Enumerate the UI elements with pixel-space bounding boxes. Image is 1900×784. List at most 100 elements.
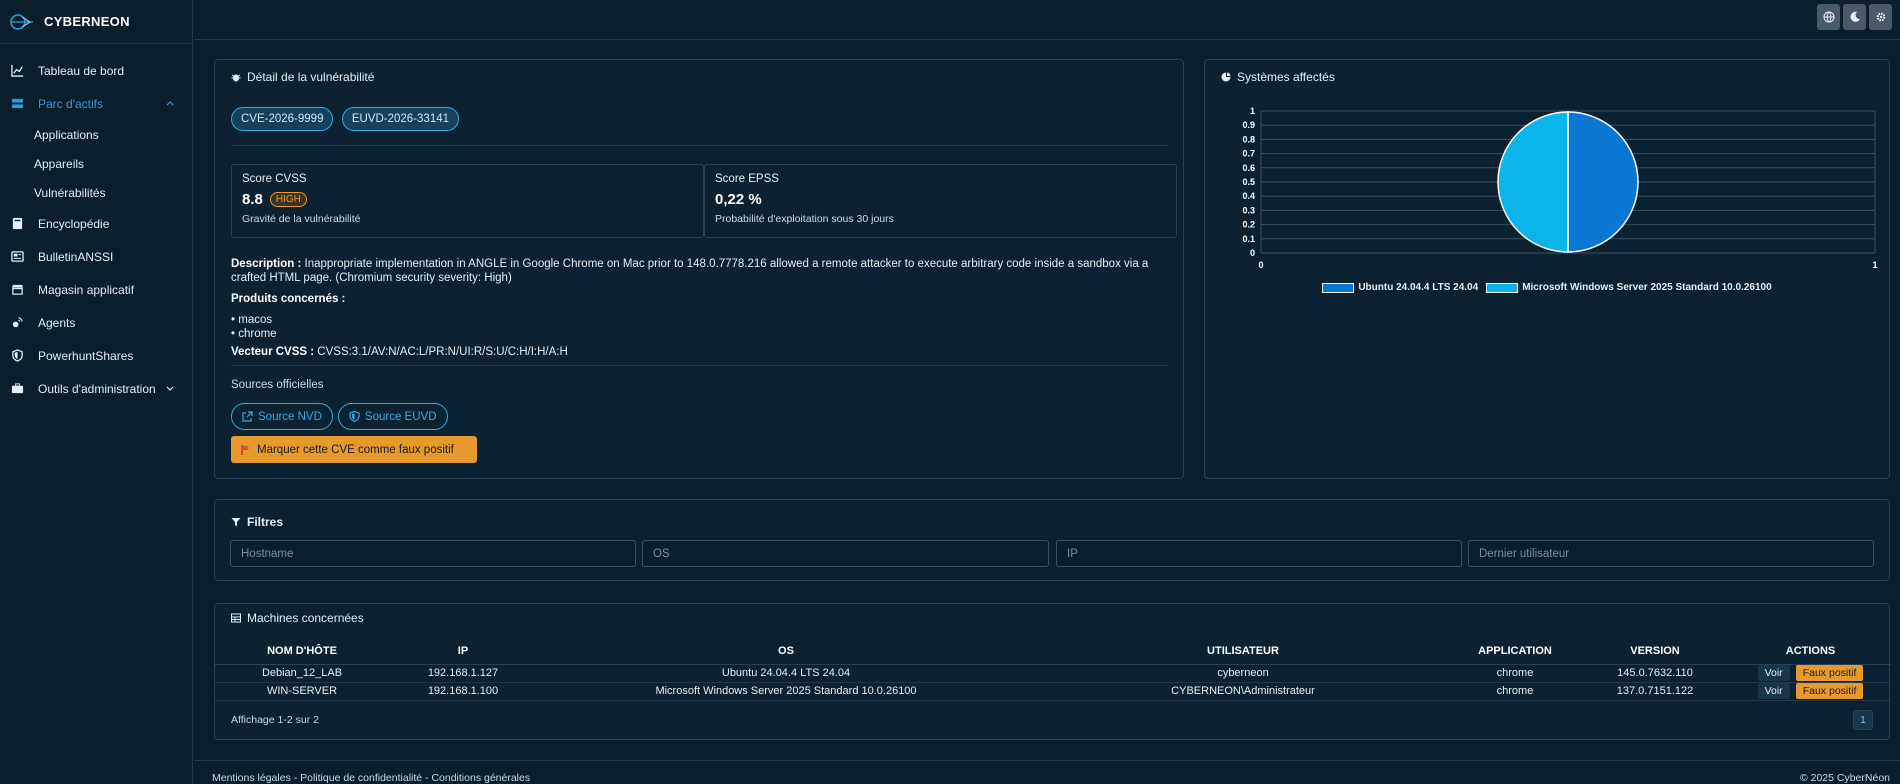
column-header-hostname[interactable]: NOM D'HÔTE xyxy=(214,638,390,665)
brand-name: CYBERNEON xyxy=(44,14,130,29)
epss-label: Score EPSS xyxy=(715,173,779,185)
source-euvd-link[interactable]: Source EUVD xyxy=(337,403,448,430)
column-header-actions: ACTIONS xyxy=(1730,638,1891,665)
sidebar-item-dashboard[interactable]: Tableau de bord xyxy=(0,54,192,87)
sidebar-subitem-applications[interactable]: Applications xyxy=(0,120,192,149)
footer-links[interactable]: Mentions légales - Politique de confiden… xyxy=(212,772,530,784)
y-tick-label: 1 xyxy=(1250,106,1255,116)
pagination-info: Affichage 1-2 sur 2 xyxy=(231,714,319,726)
card-title: Systèmes affectés xyxy=(1237,70,1335,84)
mark-false-positive-button[interactable]: Marquer cette CVE comme faux positif xyxy=(231,436,477,463)
y-tick-label: 0.6 xyxy=(1242,163,1255,173)
last-user-filter-input[interactable] xyxy=(1468,540,1874,567)
cve-id-pill[interactable]: CVE-2026-9999 xyxy=(231,107,334,131)
machines-table: NOM D'HÔTE IP OS UTILISATEUR APPLICATION… xyxy=(214,638,1891,701)
y-tick-label: 0 xyxy=(1250,248,1255,258)
topbar-actions xyxy=(1817,4,1892,30)
vector-value: CVSS:3.1/AV:N/AC:L/PR:N/UI:R/S:U/C:H/I:H… xyxy=(317,346,568,358)
footer-copyright: © 2025 CyberNéon xyxy=(1799,772,1890,784)
source-nvd-link[interactable]: Source NVD xyxy=(231,403,333,430)
euvd-id-pill[interactable]: EUVD-2026-33141 xyxy=(341,107,459,131)
pie-chart-icon xyxy=(1221,72,1231,82)
false-positive-button[interactable]: Faux positif xyxy=(1795,665,1864,681)
flag-icon xyxy=(241,444,249,455)
sidebar-item-label: Magasin applicatif xyxy=(38,282,135,297)
os-filter-input[interactable] xyxy=(642,540,1049,567)
page-button[interactable]: 1 xyxy=(1853,710,1873,730)
sidebar-subitem-vulnerabilities[interactable]: Vulnérabilités xyxy=(0,178,192,207)
settings-button[interactable] xyxy=(1869,4,1892,30)
card-header: Filtres xyxy=(231,515,283,529)
sidebar-item-bulletin-anssi[interactable]: BulletinANSSI xyxy=(0,240,192,273)
column-header-application[interactable]: APPLICATION xyxy=(1450,638,1580,665)
false-positive-button[interactable]: Faux positif xyxy=(1795,683,1864,699)
cvss-value: 8.8 xyxy=(242,191,263,208)
pie-slice xyxy=(1497,111,1569,253)
sidebar-item-agents[interactable]: Agents xyxy=(0,306,192,339)
table-icon xyxy=(231,613,241,623)
newspaper-icon xyxy=(10,250,24,264)
cell-actions: Voir Faux positif xyxy=(1730,664,1891,683)
footer-divider xyxy=(194,760,1900,761)
view-button[interactable]: Voir xyxy=(1757,683,1790,699)
false-positive-label: Marquer cette CVE comme faux positif xyxy=(257,443,454,456)
column-header-ip[interactable]: IP xyxy=(390,638,536,665)
cell-os: Ubuntu 24.04.4 LTS 24.04 xyxy=(536,664,1036,683)
cell-user: cyberneon xyxy=(1036,664,1450,683)
source-nvd-label: Source NVD xyxy=(258,410,322,423)
epss-subtitle: Probabilité d'exploitation sous 30 jours xyxy=(715,213,894,225)
cvss-score-box: Score CVSS 8.8 HIGH Gravité de la vulnér… xyxy=(231,164,704,238)
vector-label: Vecteur CVSS : xyxy=(231,346,315,358)
card-header: Détail de la vulnérabilité xyxy=(231,70,374,84)
cell-version: 137.0.7151.122 xyxy=(1580,682,1730,701)
topbar xyxy=(194,0,1900,40)
external-link-icon xyxy=(242,411,253,422)
column-header-version[interactable]: VERSION xyxy=(1580,638,1730,665)
y-tick-label: 0.2 xyxy=(1242,220,1255,230)
cell-actions: Voir Faux positif xyxy=(1730,682,1891,701)
description: Description : Inappropriate implementati… xyxy=(231,257,1167,285)
list-item: • macos xyxy=(231,314,273,326)
legend-swatch xyxy=(1322,282,1355,293)
hostname-filter-input[interactable] xyxy=(230,540,636,567)
cvss-vector: Vecteur CVSS : CVSS:3.1/AV:N/AC:L/PR:N/U… xyxy=(231,345,1167,359)
card-title: Filtres xyxy=(247,515,284,529)
book-icon xyxy=(10,217,24,231)
language-button[interactable] xyxy=(1817,4,1840,30)
ip-filter-input[interactable] xyxy=(1056,540,1462,567)
theme-toggle-button[interactable] xyxy=(1843,4,1866,30)
sidebar-nav: Tableau de bord Parc d'actifs Applicatio… xyxy=(0,44,192,405)
epss-score-box: Score EPSS 0,22 % Probabilité d'exploita… xyxy=(704,164,1177,238)
cell-hostname: WIN-SERVER xyxy=(214,682,390,701)
source-euvd-label: Source EUVD xyxy=(364,410,437,423)
y-tick-label: 0.8 xyxy=(1242,134,1255,144)
sidebar-item-encyclopedia[interactable]: Encyclopédie xyxy=(0,207,192,240)
sidebar-item-label: PowerhuntShares xyxy=(38,348,134,363)
sidebar: CYBERNEON Tableau de bord Parc d'actifs … xyxy=(0,0,193,784)
sidebar-item-label: Tableau de bord xyxy=(38,63,125,78)
legend-item[interactable]: Ubuntu 24.04.4 LTS 24.04 xyxy=(1322,282,1478,293)
sidebar-item-asset-park[interactable]: Parc d'actifs xyxy=(0,87,192,120)
briefcase-icon xyxy=(10,382,24,396)
table-row: WIN-SERVER 192.168.1.100 Microsoft Windo… xyxy=(214,682,1891,701)
cyberneon-logo-icon xyxy=(10,13,33,30)
view-button[interactable]: Voir xyxy=(1757,665,1790,681)
brand[interactable]: CYBERNEON xyxy=(0,0,192,44)
column-header-user[interactable]: UTILISATEUR xyxy=(1036,638,1450,665)
products-list: • macos • chrome xyxy=(231,313,277,341)
shield-icon xyxy=(10,349,24,363)
sidebar-subitem-devices[interactable]: Appareils xyxy=(0,149,192,178)
sidebar-item-label: BulletinANSSI xyxy=(38,249,114,264)
legend-item[interactable]: Microsoft Windows Server 2025 Standard 1… xyxy=(1486,282,1772,293)
column-header-os[interactable]: OS xyxy=(536,638,1036,665)
products-label-text: Produits concernés : xyxy=(231,293,346,305)
cell-application: chrome xyxy=(1450,664,1580,683)
affected-systems-card: Systèmes affectés 1 0.9 0.8 0.7 0.6 0.5 0.4 0.3… xyxy=(1204,59,1890,479)
x-tick-label: 0 xyxy=(1258,260,1263,270)
cvss-label: Score CVSS xyxy=(242,173,307,185)
sidebar-item-app-store[interactable]: Magasin applicatif xyxy=(0,273,192,306)
severity-badge: HIGH xyxy=(269,192,307,207)
list-item: • chrome xyxy=(231,328,277,340)
sidebar-item-admin-tools[interactable]: Outils d'administration xyxy=(0,372,192,405)
sidebar-item-powerhunt-shares[interactable]: PowerhuntShares xyxy=(0,339,192,372)
